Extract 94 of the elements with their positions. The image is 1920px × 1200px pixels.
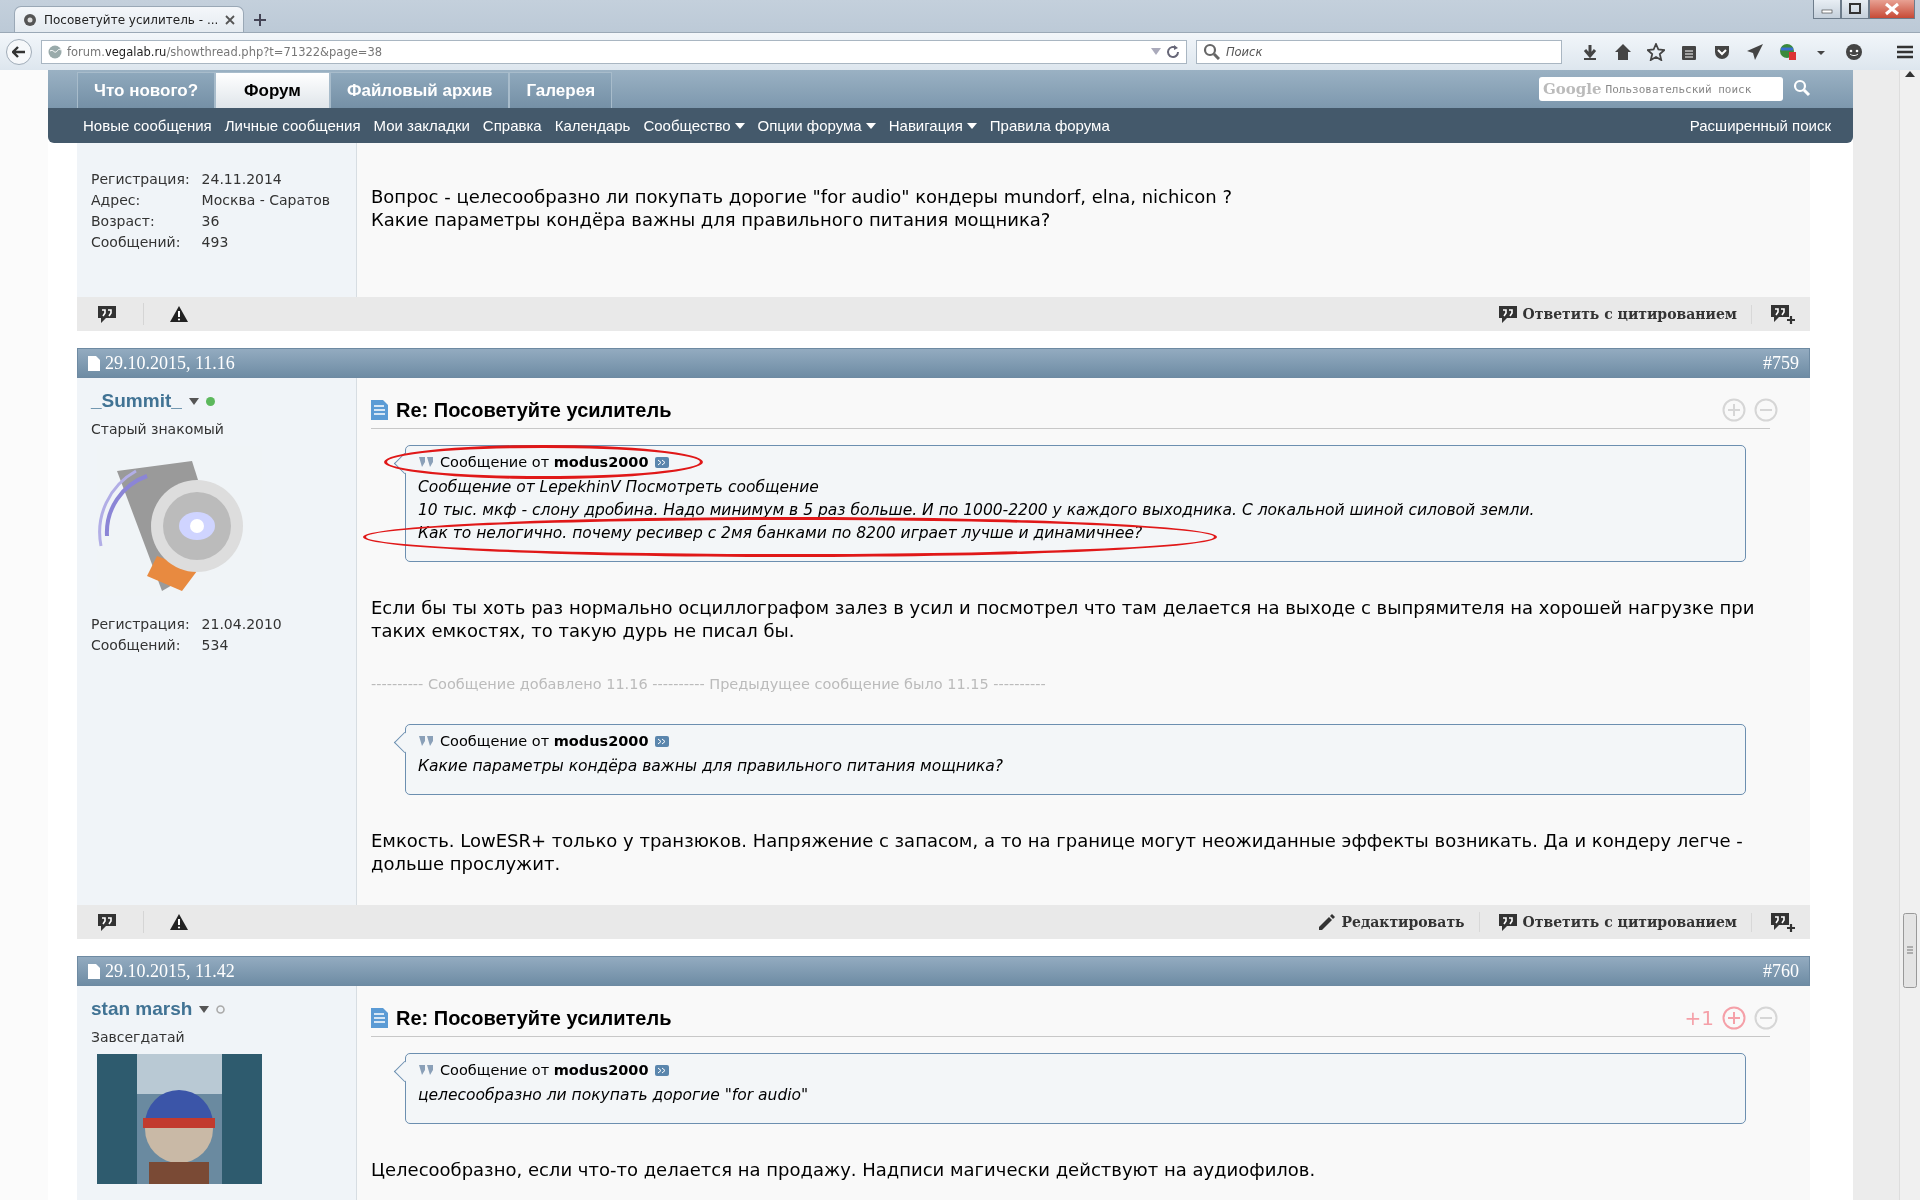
- back-arrow-icon: [12, 45, 26, 58]
- nav-link[interactable]: Опции форума: [757, 117, 876, 134]
- back-button[interactable]: [6, 38, 32, 65]
- quote-marks-icon: [418, 456, 434, 468]
- speech-bubble-icon: [1497, 304, 1518, 324]
- document-icon: [371, 1008, 388, 1028]
- quote-marks-icon: [418, 1064, 434, 1076]
- quote-text: целесообразно ли покупать дорогие "for audio": [418, 1085, 810, 1106]
- speech-bubble-icon: [1497, 912, 1518, 932]
- search-field[interactable]: Поиск: [1195, 39, 1562, 64]
- chat-icon[interactable]: [1845, 42, 1863, 61]
- speech-bubble-icon[interactable]: [97, 304, 117, 324]
- info-label: Сообщений:: [91, 637, 182, 653]
- nav-link[interactable]: Личные сообщения: [224, 117, 361, 134]
- merge-notice: ---------- Сообщение добавлено 11.16 ---------- Предыдущее сообщение было 11.15 ----------: [371, 676, 1047, 692]
- addon-icon[interactable]: [1779, 42, 1797, 61]
- post-text: Емкость. LowESR+ только у транзюков. Напряжение с запасом, а то на границе могут неожиданные эффекты возникать. Да и кондеру легче - дольше прослужит.: [371, 829, 1744, 875]
- close-icon[interactable]: [225, 14, 236, 25]
- view-post-icon[interactable]: [654, 735, 669, 747]
- quote-text: Сообщение от LepekhinV Посмотреть сообщение: [418, 477, 820, 498]
- info-value: 534: [201, 637, 230, 653]
- search-logo: Google: [1543, 80, 1602, 98]
- post-title: Re: Посоветуйте усилитель: [396, 1006, 672, 1030]
- new-tab-icon[interactable]: [254, 14, 267, 26]
- favicon-icon: [23, 12, 37, 27]
- info-value: 493: [201, 234, 230, 250]
- user-rank: Старый знакомый: [91, 421, 225, 437]
- document-icon: [88, 355, 100, 371]
- close-icon[interactable]: [1869, 0, 1915, 19]
- reply-with-quote-button[interactable]: Ответить с цитированием: [1497, 912, 1752, 932]
- nav-link[interactable]: Мои закладки: [373, 117, 470, 134]
- info-label: Адрес:: [91, 192, 142, 208]
- search-input[interactable]: Поиск: [1225, 44, 1555, 59]
- post-date: 29.10.2015, 11.16: [105, 352, 235, 374]
- info-value: 24.11.2014: [201, 171, 283, 187]
- home-icon[interactable]: [1614, 42, 1632, 61]
- nav-link[interactable]: Навигация: [888, 117, 977, 134]
- paper-plane-icon[interactable]: [1746, 42, 1764, 61]
- quote-text: Какие параметры кондёра важны для правильного питания мощника?: [418, 756, 1005, 777]
- view-post-icon[interactable]: [654, 1064, 669, 1076]
- caret-icon[interactable]: [199, 1005, 210, 1013]
- quote-marks-icon: [418, 735, 434, 747]
- info-label: Регистрация:: [91, 171, 190, 187]
- minimize-icon[interactable]: [1813, 0, 1841, 19]
- reload-icon[interactable]: [1165, 44, 1180, 59]
- quote-author: Сообщение от modus2000: [440, 454, 649, 470]
- warning-icon[interactable]: [170, 305, 188, 323]
- post-date: 29.10.2015, 11.42: [105, 960, 235, 982]
- search-icon[interactable]: [1793, 79, 1813, 99]
- nav-link[interactable]: Правила форума: [989, 117, 1110, 134]
- quote-text: 10 тыс. мкф - слону дробина. Надо минимум в 5 раз больше. И по 1000-2200 у каждого выходника. С локальной шиной силовой земли.: [418, 500, 1536, 521]
- score-text: +1: [1684, 1006, 1714, 1030]
- address-bar[interactable]: forum.vegalab.ru/showthread.php?t=71322&page=38: [41, 39, 1187, 64]
- multi-quote-icon[interactable]: [1770, 911, 1796, 933]
- scrollbar-thumb[interactable]: [1903, 913, 1917, 988]
- username-link[interactable]: stan marsh: [91, 998, 193, 1020]
- quote-text: Как то нелогично. почему ресивер с 2мя банками по 8200 играет лучше и динамичнее?: [418, 523, 1143, 544]
- info-label: Возраст:: [91, 213, 156, 229]
- reply-with-quote-button[interactable]: Ответить с цитированием: [1497, 304, 1752, 324]
- advanced-search-link[interactable]: Расширенный поиск: [1689, 117, 1831, 134]
- caret-icon[interactable]: [188, 397, 199, 405]
- view-post-icon[interactable]: [654, 456, 669, 468]
- info-value: 36: [201, 213, 221, 229]
- quote-author: Сообщение от modus2000: [440, 1062, 649, 1078]
- globe-icon: [48, 44, 62, 59]
- document-icon: [88, 963, 100, 979]
- post-text: Вопрос - целесообразно ли покупать дорогие "for audio" кондеры mundorf, elna, nichicon ? Какие параметры кондёра важны для правильного питания мощника?: [371, 185, 1233, 231]
- post-text: Если бы ты хоть раз нормально осциллографом залез в усил и посмотрел что там делается на выходе с выпрямителя на хорошей нагрузке при таких емкостях, то такую дурь не писал бы.: [371, 596, 1756, 642]
- post-title: Re: Посоветуйте усилитель: [396, 398, 672, 422]
- edit-button[interactable]: Редактировать: [1316, 912, 1480, 932]
- info-label: Сообщений:: [91, 234, 182, 250]
- star-icon[interactable]: [1647, 42, 1665, 61]
- username-link[interactable]: _Summit_: [91, 390, 182, 412]
- post-text: Целесообразно, если что-то делается на продажу. Надписи магически действуют на аудиофилов.: [371, 1158, 1317, 1181]
- info-value: Москва - Саратов: [201, 192, 331, 208]
- nav-link[interactable]: Новые сообщения: [83, 117, 212, 134]
- quote-author: Сообщение от modus2000: [440, 733, 649, 749]
- maximize-icon[interactable]: [1841, 0, 1869, 19]
- download-icon[interactable]: [1581, 42, 1599, 61]
- search-icon: [1202, 43, 1220, 60]
- user-rank: Завсегдатай: [91, 1029, 186, 1045]
- warning-icon[interactable]: [170, 913, 188, 931]
- browser-tab[interactable]: Посоветуйте усилитель - ...: [14, 6, 245, 32]
- document-icon: [371, 400, 388, 420]
- info-label: Регистрация:: [91, 616, 190, 632]
- url-text: forum.vegalab.ru/showthread.php?t=71322&page=38: [67, 44, 384, 59]
- nav-link[interactable]: Сообщество: [643, 117, 745, 134]
- nav-link[interactable]: Справка: [482, 117, 542, 134]
- speech-bubble-icon[interactable]: [97, 912, 117, 932]
- pencil-icon: [1316, 912, 1337, 932]
- info-value: 21.04.2010: [201, 616, 283, 632]
- nav-tab[interactable]: Форум: [215, 72, 330, 108]
- nav-link[interactable]: Календарь: [554, 117, 631, 134]
- multi-quote-icon[interactable]: [1770, 303, 1796, 325]
